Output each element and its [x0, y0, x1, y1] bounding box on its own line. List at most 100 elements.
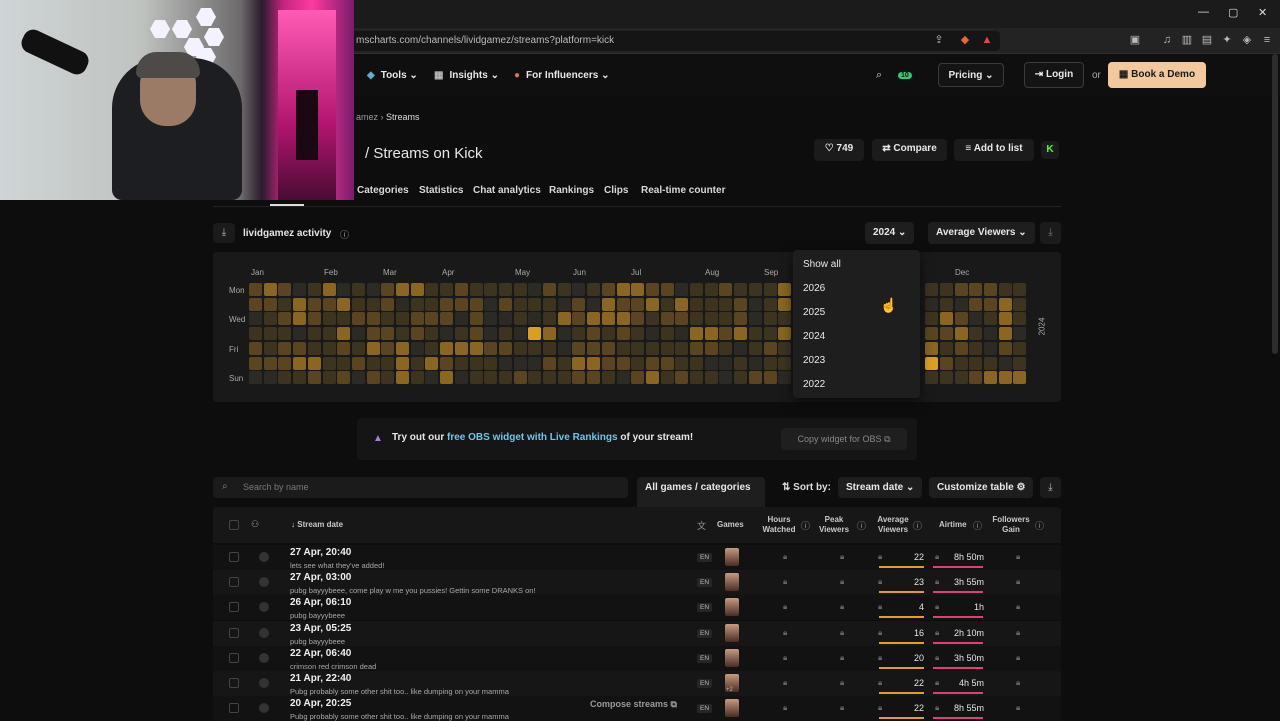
heatmap-cell[interactable]: [410, 371, 424, 385]
heatmap-cell[interactable]: [984, 356, 997, 370]
heatmap-cell[interactable]: [690, 312, 703, 326]
heatmap-cell[interactable]: [939, 283, 953, 296]
heatmap-cell[interactable]: [601, 297, 615, 311]
heatmap-cell[interactable]: [984, 341, 997, 355]
play-icon[interactable]: [259, 577, 269, 588]
heatmap-cell[interactable]: [925, 341, 939, 355]
heatmap-cell[interactable]: [587, 327, 601, 341]
heatmap-cell[interactable]: [763, 371, 777, 385]
heatmap-cell[interactable]: [249, 312, 262, 326]
heatmap-cell[interactable]: [1013, 297, 1027, 311]
search-input[interactable]: Search by name: [213, 477, 628, 498]
heatmap-cell[interactable]: [307, 327, 321, 341]
heatmap-cell[interactable]: [263, 341, 277, 355]
compose-streams-button[interactable]: Compose streams ⧉: [590, 699, 677, 710]
heatmap-cell[interactable]: [954, 283, 968, 296]
wallet-icon[interactable]: ▤: [1200, 33, 1214, 47]
heatmap-cell[interactable]: [763, 341, 777, 355]
heatmap-cell[interactable]: [925, 371, 939, 385]
heatmap-cell[interactable]: [998, 341, 1012, 355]
play-icon[interactable]: [259, 652, 269, 663]
heatmap-cell[interactable]: [307, 371, 321, 385]
heatmap-cell[interactable]: [601, 283, 615, 296]
heatmap-cell[interactable]: [513, 341, 527, 355]
leo-icon[interactable]: ✦: [1220, 33, 1234, 47]
share-icon[interactable]: ⇪: [932, 33, 946, 47]
media-icon[interactable]: ♫: [1160, 33, 1174, 47]
heatmap-cell[interactable]: [587, 297, 601, 311]
heatmap-cell[interactable]: [498, 312, 512, 326]
heatmap-cell[interactable]: [778, 356, 792, 370]
heatmap-cell[interactable]: [616, 312, 630, 326]
heatmap-cell[interactable]: [572, 283, 586, 296]
heatmap-cell[interactable]: [587, 341, 601, 355]
heatmap-cell[interactable]: [498, 371, 512, 385]
heatmap-cell[interactable]: [704, 356, 718, 370]
heatmap-cell[interactable]: [631, 297, 645, 311]
heatmap-cell[interactable]: [660, 356, 674, 370]
heatmap-cell[interactable]: [396, 371, 409, 385]
heatmap-cell[interactable]: [998, 312, 1012, 326]
heatmap-cell[interactable]: [513, 327, 527, 341]
row-checkbox[interactable]: [229, 678, 239, 688]
heatmap-cell[interactable]: [293, 371, 307, 385]
row-checkbox[interactable]: [229, 602, 239, 613]
heatmap-cell[interactable]: [601, 312, 615, 326]
url-field[interactable]: mscharts.com/channels/lividgamez/streams…: [340, 31, 1000, 51]
heatmap-cell[interactable]: [293, 341, 307, 355]
play-icon[interactable]: [259, 703, 269, 714]
heatmap-cell[interactable]: [748, 371, 762, 385]
heatmap-cell[interactable]: [631, 356, 645, 370]
pricing-button[interactable]: Pricing ⌄: [938, 63, 1004, 87]
heatmap-cell[interactable]: [748, 297, 762, 311]
heatmap-cell[interactable]: [645, 341, 659, 355]
game-thumbnail[interactable]: [725, 573, 739, 592]
heatmap-cell[interactable]: [587, 371, 601, 385]
heatmap-cell[interactable]: [440, 327, 454, 341]
heatmap-cell[interactable]: [498, 327, 512, 341]
year-option-2024[interactable]: 2024: [803, 331, 825, 342]
heatmap-cell[interactable]: [734, 341, 748, 355]
heatmap-cell[interactable]: [704, 312, 718, 326]
heatmap-cell[interactable]: [616, 327, 630, 341]
book-demo-button[interactable]: ▦ Book a Demo: [1108, 62, 1206, 88]
heatmap-cell[interactable]: [322, 341, 336, 355]
heatmap-cell[interactable]: [543, 327, 556, 341]
heatmap-cell[interactable]: [954, 312, 968, 326]
maximize-button[interactable]: ▢: [1228, 6, 1238, 19]
heatmap-cell[interactable]: [616, 356, 630, 370]
heatmap-cell[interactable]: [748, 327, 762, 341]
heatmap-cell[interactable]: [778, 312, 792, 326]
heatmap-cell[interactable]: [1013, 312, 1027, 326]
heatmap-cell[interactable]: [748, 312, 762, 326]
heatmap-cell[interactable]: [410, 297, 424, 311]
heatmap-cell[interactable]: [954, 327, 968, 341]
heatmap-cell[interactable]: [1013, 327, 1027, 341]
stream-date[interactable]: 21 Apr, 22:40: [290, 673, 351, 684]
heatmap-cell[interactable]: [410, 327, 424, 341]
login-button[interactable]: ⇥ Login: [1024, 62, 1084, 88]
heatmap-cell[interactable]: [278, 283, 292, 296]
heatmap-cell[interactable]: [925, 356, 939, 370]
heatmap-cell[interactable]: [278, 297, 292, 311]
heatmap-cell[interactable]: [925, 283, 939, 296]
heatmap-cell[interactable]: [690, 341, 703, 355]
compare-button[interactable]: ⇄ Compare: [872, 139, 947, 161]
heatmap-cell[interactable]: [719, 341, 733, 355]
year-option-2023[interactable]: 2023: [803, 355, 825, 366]
heatmap-cell[interactable]: [969, 297, 983, 311]
heatmap-cell[interactable]: [484, 371, 498, 385]
heatmap-cell[interactable]: [425, 341, 439, 355]
nav-insights[interactable]: ▦ Insights ⌄: [434, 70, 499, 81]
heatmap-cell[interactable]: [307, 312, 321, 326]
heatmap-cell[interactable]: [263, 371, 277, 385]
heatmap-cell[interactable]: [1013, 341, 1027, 355]
heatmap-cell[interactable]: [572, 356, 586, 370]
heatmap-cell[interactable]: [381, 297, 395, 311]
heatmap-cell[interactable]: [498, 341, 512, 355]
heatmap-cell[interactable]: [454, 297, 468, 311]
col-airtime[interactable]: Airtime: [939, 520, 967, 530]
heatmap-cell[interactable]: [734, 297, 748, 311]
heatmap-cell[interactable]: [616, 297, 630, 311]
heatmap-cell[interactable]: [513, 283, 527, 296]
